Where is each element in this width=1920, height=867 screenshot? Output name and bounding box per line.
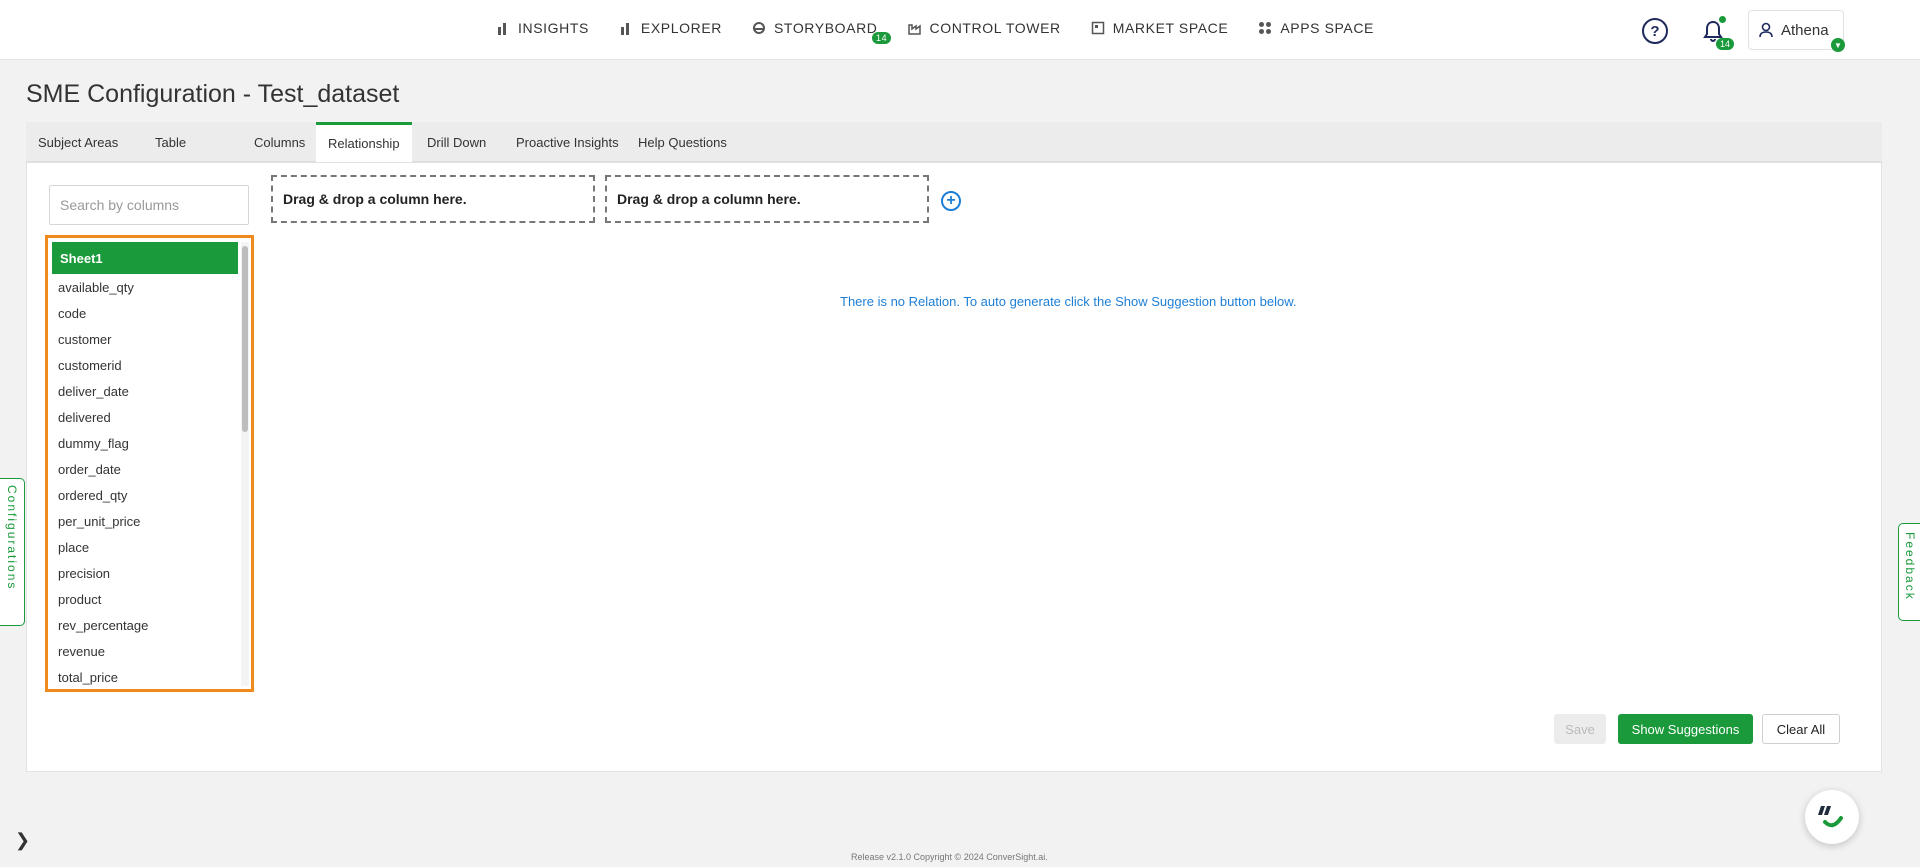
relationship-panel bbox=[26, 162, 1882, 772]
list-item[interactable]: customer bbox=[52, 326, 238, 352]
main-nav: INSIGHTS EXPLORER STORYBOARD 14 CONTROL … bbox=[496, 20, 1404, 44]
tab-help-questions[interactable]: Help Questions bbox=[626, 122, 739, 162]
grid-icon bbox=[1259, 22, 1272, 34]
factory-icon bbox=[907, 24, 921, 35]
chevron-right-icon[interactable]: ❯ bbox=[15, 830, 30, 851]
nav-label: MARKET SPACE bbox=[1112, 20, 1229, 36]
feedback-label: Feedback bbox=[1903, 532, 1917, 601]
show-suggestions-button[interactable]: Show Suggestions bbox=[1618, 714, 1753, 744]
nav-insights[interactable]: INSIGHTS bbox=[496, 20, 589, 36]
column-list: Sheet1 available_qty code customer custo… bbox=[52, 242, 238, 686]
list-item[interactable]: product bbox=[52, 586, 238, 612]
nav-label: CONTROL TOWER bbox=[929, 20, 1061, 36]
bar-chart-icon bbox=[620, 23, 629, 35]
nav-label: APPS SPACE bbox=[1280, 20, 1374, 36]
nav-storyboard[interactable]: STORYBOARD 14 bbox=[752, 20, 892, 44]
config-tabs: Subject Areas Table Columns Relationship… bbox=[26, 122, 1882, 162]
column-list-scrollbar[interactable] bbox=[241, 242, 249, 686]
list-item[interactable]: deliver_date bbox=[52, 378, 238, 404]
bar-chart-icon bbox=[498, 23, 506, 35]
nav-market-space[interactable]: MARKET SPACE bbox=[1091, 20, 1229, 36]
search-input[interactable] bbox=[49, 185, 249, 225]
add-relation-plus-icon[interactable]: + bbox=[941, 191, 961, 211]
chevron-down-icon[interactable]: ▼ bbox=[1831, 38, 1845, 52]
list-item[interactable]: ordered_qty bbox=[52, 482, 238, 508]
save-button[interactable]: Save bbox=[1554, 714, 1606, 744]
clear-all-button[interactable]: Clear All bbox=[1762, 714, 1840, 744]
tab-drill-down[interactable]: Drill Down bbox=[415, 122, 498, 162]
user-menu[interactable]: Athena bbox=[1748, 10, 1844, 50]
top-navigation-bar: INSIGHTS EXPLORER STORYBOARD 14 CONTROL … bbox=[0, 0, 1920, 60]
configurations-label: Configurations bbox=[5, 485, 19, 591]
list-item[interactable]: delivered bbox=[52, 404, 238, 430]
list-item[interactable]: precision bbox=[52, 560, 238, 586]
footer-copyright: Release v2.1.0 Copyright © 2024 ConverSi… bbox=[851, 852, 1048, 862]
column-list-highlight: Sheet1 available_qty code customer custo… bbox=[45, 235, 254, 692]
nav-explorer[interactable]: EXPLORER bbox=[619, 20, 722, 36]
list-item[interactable]: available_qty bbox=[52, 274, 238, 300]
nav-label: STORYBOARD bbox=[773, 20, 878, 36]
scrollbar-thumb[interactable] bbox=[242, 246, 248, 432]
list-item[interactable]: code bbox=[52, 300, 238, 326]
storyboard-icon bbox=[752, 22, 765, 34]
nav-apps-space[interactable]: APPS SPACE bbox=[1258, 20, 1374, 36]
notification-dot bbox=[1719, 16, 1726, 23]
tab-subject-areas[interactable]: Subject Areas bbox=[26, 122, 130, 162]
list-item[interactable]: per_unit_price bbox=[52, 508, 238, 534]
empty-relation-message: There is no Relation. To auto generate c… bbox=[840, 294, 1297, 309]
nav-label: INSIGHTS bbox=[518, 20, 589, 36]
nav-label: EXPLORER bbox=[640, 20, 722, 36]
list-item[interactable]: order_date bbox=[52, 456, 238, 482]
notification-badge: 14 bbox=[1716, 38, 1735, 50]
user-name: Athena bbox=[1781, 21, 1829, 39]
list-item[interactable]: place bbox=[52, 534, 238, 560]
nav-control-tower[interactable]: CONTROL TOWER bbox=[907, 20, 1061, 36]
market-icon bbox=[1091, 21, 1104, 35]
drop-zone-left[interactable]: Drag & drop a column here. bbox=[271, 175, 595, 223]
list-item[interactable]: rev_percentage bbox=[52, 612, 238, 638]
tab-relationship[interactable]: Relationship bbox=[316, 122, 412, 162]
sheet-header[interactable]: Sheet1 bbox=[52, 242, 238, 274]
storyboard-badge: 14 bbox=[871, 32, 892, 44]
help-icon[interactable]: ? bbox=[1642, 18, 1668, 44]
feedback-side-tab[interactable]: Feedback bbox=[1898, 523, 1920, 621]
tab-proactive-insights[interactable]: Proactive Insights bbox=[504, 122, 631, 162]
list-item[interactable]: customerid bbox=[52, 352, 238, 378]
list-item[interactable]: dummy_flag bbox=[52, 430, 238, 456]
tab-table[interactable]: Table bbox=[143, 122, 198, 162]
chat-logo-icon bbox=[1818, 806, 1843, 828]
tab-columns[interactable]: Columns bbox=[242, 122, 317, 162]
chat-assistant-icon[interactable] bbox=[1805, 790, 1859, 844]
drop-zone-right[interactable]: Drag & drop a column here. bbox=[605, 175, 929, 223]
user-icon bbox=[1759, 22, 1773, 38]
list-item[interactable]: total_price bbox=[52, 664, 238, 686]
list-item[interactable]: revenue bbox=[52, 638, 238, 664]
configurations-side-tab[interactable]: Configurations bbox=[0, 478, 25, 626]
page-title: SME Configuration - Test_dataset bbox=[26, 80, 400, 108]
